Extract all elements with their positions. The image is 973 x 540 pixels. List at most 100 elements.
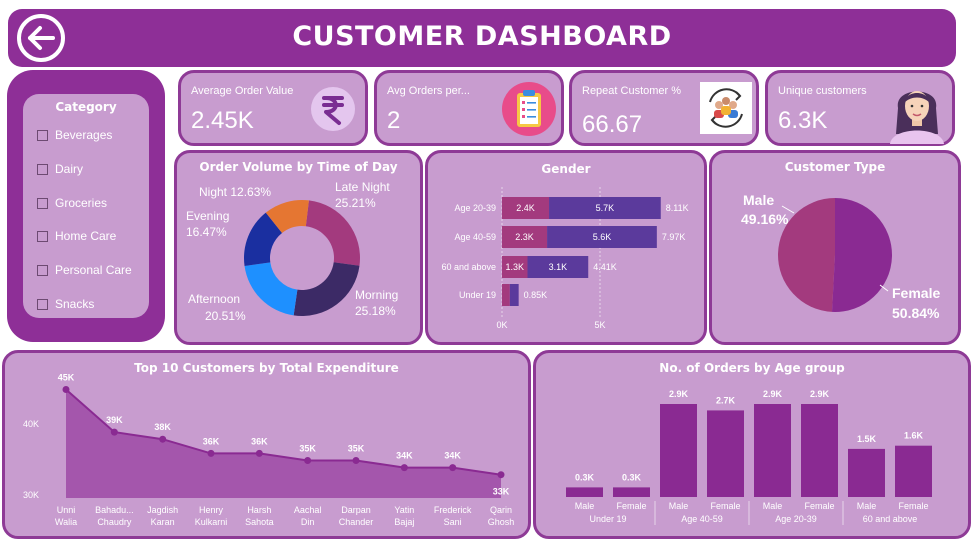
kpi-label: Average Order Value bbox=[191, 85, 294, 97]
slice-value-male: 49.16% bbox=[741, 211, 789, 227]
kpi-repeat-customer: Repeat Customer % 66.67 bbox=[569, 70, 759, 146]
slice-label-late-night: Late Night bbox=[335, 180, 390, 194]
y-category-label: Under 19 bbox=[459, 290, 496, 300]
category-slicer-body: Category Beverages Dairy Groceries Home … bbox=[23, 94, 149, 318]
bar-male[interactable] bbox=[754, 404, 791, 497]
bar-male[interactable] bbox=[660, 404, 697, 497]
bar-total-label: 8.11K bbox=[666, 203, 689, 213]
x-sub-label: Female bbox=[898, 501, 928, 511]
x-group-label: Under 19 bbox=[589, 514, 626, 524]
bar-data-label: 2.4K bbox=[516, 203, 535, 213]
bar-female[interactable] bbox=[613, 487, 650, 497]
kpi-avg-orders: Avg Orders per... 2 bbox=[374, 70, 564, 146]
bar-male[interactable] bbox=[848, 448, 885, 497]
data-point[interactable] bbox=[449, 464, 457, 472]
data-point[interactable] bbox=[159, 435, 167, 443]
data-point[interactable] bbox=[352, 457, 360, 464]
clipboard-icon bbox=[502, 82, 556, 136]
bar-data-label: 5.7K bbox=[596, 203, 615, 213]
category-label: Snacks bbox=[55, 297, 95, 311]
category-item-personal-care[interactable]: Personal Care bbox=[37, 263, 132, 277]
data-point[interactable] bbox=[255, 449, 263, 457]
top-customers-area-chart: 40K 30K 45K Unni Walia 39K Bahadu... Chaudry 3… bbox=[23, 373, 515, 528]
data-point[interactable] bbox=[207, 449, 215, 457]
data-point[interactable] bbox=[304, 457, 312, 464]
x-category-label: Frederick bbox=[434, 505, 472, 515]
x-tick-label: 0K bbox=[496, 320, 507, 330]
bar-data-label: 5.6K bbox=[593, 232, 612, 242]
bar-female[interactable] bbox=[895, 445, 932, 497]
x-category-label: Karan bbox=[151, 517, 175, 527]
rupee-icon bbox=[311, 87, 355, 131]
bar-data-label: 2.7K bbox=[716, 395, 736, 405]
checkbox[interactable] bbox=[37, 129, 48, 141]
slice-label-night: Night 12.63% bbox=[199, 185, 271, 199]
bar-female[interactable] bbox=[707, 410, 744, 497]
bar-data-label: 2.9K bbox=[763, 389, 783, 399]
x-group-label: Age 40-59 bbox=[681, 514, 723, 524]
orders-by-age-bar-chart: 0.3K Male 0.3K Female 2.9K Male 2.7K Female 2.9K… bbox=[566, 389, 932, 525]
x-category-label: Darpan bbox=[341, 505, 371, 515]
slice-label-male: Male bbox=[743, 192, 774, 208]
y-category-label: 60 and above bbox=[441, 262, 496, 272]
x-category-label: Jagdish bbox=[147, 505, 178, 515]
order-volume-panel: Order Volume by Time of Day Night 12.63%… bbox=[174, 150, 423, 345]
bar-total-label: 4.41K bbox=[593, 262, 617, 272]
bar-data-label: 0.3K bbox=[575, 472, 595, 482]
data-point[interactable] bbox=[497, 471, 505, 479]
woman-avatar-icon bbox=[890, 91, 944, 144]
slice-label-evening: Evening bbox=[186, 209, 229, 223]
donut-slice-late-night[interactable] bbox=[305, 200, 360, 266]
checkbox[interactable] bbox=[37, 163, 48, 175]
category-item-snacks[interactable]: Snacks bbox=[37, 297, 94, 311]
x-category-label: Sahota bbox=[245, 517, 274, 527]
data-point[interactable] bbox=[400, 464, 408, 472]
data-label: 36K bbox=[251, 436, 268, 446]
data-label: 39K bbox=[106, 415, 123, 425]
bar-female[interactable] bbox=[801, 404, 838, 497]
donut-slice-morning[interactable] bbox=[293, 262, 360, 316]
x-category-label: Ghosh bbox=[488, 517, 515, 527]
slice-label-morning: Morning bbox=[355, 288, 398, 302]
x-sub-label: Male bbox=[575, 501, 595, 511]
kpi-unique-customers: Unique customers 6.3K bbox=[765, 70, 955, 146]
slice-value-afternoon: 20.51% bbox=[205, 309, 246, 323]
data-point[interactable] bbox=[110, 428, 118, 436]
category-item-home-care[interactable]: Home Care bbox=[37, 229, 116, 243]
category-slicer: Category Beverages Dairy Groceries Home … bbox=[7, 70, 165, 342]
customer-type-panel: Customer Type Male 49.16% Female 50.84% bbox=[709, 150, 961, 345]
checkbox[interactable] bbox=[37, 264, 48, 276]
bar-data-label: 2.9K bbox=[810, 389, 830, 399]
orders-by-age-panel: No. of Orders by Age group 0.3K Male 0.3K F… bbox=[533, 350, 971, 539]
donut-slice-afternoon[interactable] bbox=[244, 262, 298, 316]
bar-data-label: 2.9K bbox=[669, 389, 689, 399]
x-group-label: Age 20-39 bbox=[775, 514, 817, 524]
slice-label-afternoon: Afternoon bbox=[188, 292, 240, 306]
x-category-label: Sani bbox=[444, 517, 462, 527]
x-category-label: Yatin bbox=[394, 505, 414, 515]
category-item-beverages[interactable]: Beverages bbox=[37, 128, 112, 142]
x-sub-label: Male bbox=[857, 501, 877, 511]
category-item-dairy[interactable]: Dairy bbox=[37, 162, 83, 176]
x-category-label: Henry bbox=[199, 505, 224, 515]
data-point[interactable] bbox=[62, 386, 70, 393]
kpi-value: 2.45K bbox=[191, 107, 254, 134]
x-category-label: Kulkarni bbox=[195, 517, 228, 527]
customer-type-pie-chart: Male 49.16% Female 50.84% bbox=[741, 192, 940, 321]
x-category-label: Aachal bbox=[294, 505, 322, 515]
slice-value-evening: 16.47% bbox=[186, 225, 227, 239]
data-label: 36K bbox=[203, 436, 220, 446]
x-category-label: Harsh bbox=[247, 505, 271, 515]
category-title: Category bbox=[55, 100, 117, 114]
area-fill bbox=[66, 389, 501, 498]
kpi-label: Unique customers bbox=[778, 85, 867, 97]
checkbox[interactable] bbox=[37, 298, 48, 310]
pie-slice-female[interactable] bbox=[831, 198, 893, 312]
checkbox[interactable] bbox=[37, 230, 48, 242]
bar-male[interactable] bbox=[566, 487, 603, 497]
x-category-label: Chander bbox=[339, 517, 374, 527]
bar-male[interactable] bbox=[502, 284, 510, 306]
checkbox[interactable] bbox=[37, 197, 48, 209]
bar-female[interactable] bbox=[509, 284, 519, 306]
category-item-groceries[interactable]: Groceries bbox=[37, 196, 107, 210]
